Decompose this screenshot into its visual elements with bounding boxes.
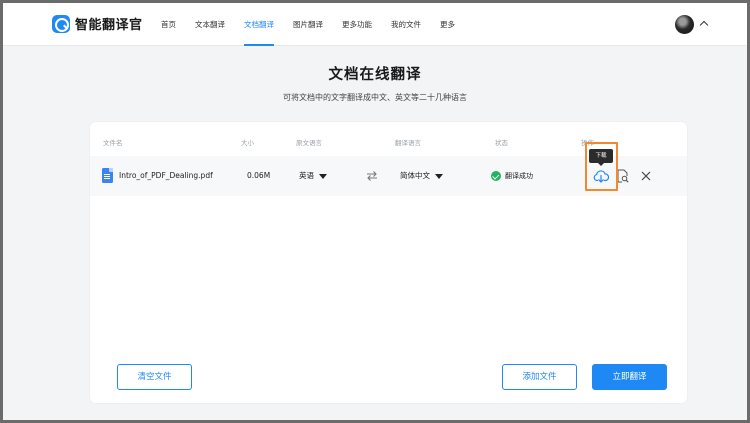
brand-logo[interactable]: 智能翻译官 — [52, 14, 143, 33]
check-circle-icon — [491, 171, 501, 181]
file-list-card: 文件名 大小 原文语言 翻译语言 状态 操作 Intro_of_PDF_Deal… — [90, 122, 687, 403]
caret-down-icon — [435, 173, 443, 179]
add-file-button[interactable]: 添加文件 — [502, 364, 577, 390]
swap-arrows-icon[interactable] — [366, 170, 378, 182]
column-header-source-language: 原文语言 — [296, 139, 322, 147]
close-icon[interactable] — [641, 171, 651, 181]
column-header-file-name: 文件名 — [103, 139, 123, 147]
target-language-select[interactable]: 简体中文 — [400, 156, 443, 196]
translate-now-button[interactable]: 立即翻译 — [592, 364, 667, 390]
top-nav-bar: 智能翻译官 首页 文本翻译 文档翻译 图片翻译 更多功能 我的文件 更多 — [3, 3, 747, 46]
status-text: 翻译成功 — [505, 172, 533, 180]
caret-down-icon — [319, 173, 327, 179]
nav-item-my-files[interactable]: 我的文件 — [391, 3, 421, 46]
app-window: 智能翻译官 首页 文本翻译 文档翻译 图片翻译 更多功能 我的文件 更多 文档在… — [3, 3, 747, 420]
main-nav: 首页 文本翻译 文档翻译 图片翻译 更多功能 我的文件 更多 — [161, 3, 474, 46]
nav-item-home[interactable]: 首页 — [161, 3, 176, 46]
page-subtitle: 可将文档中的文字翻译成中文、英文等二十几种语言 — [283, 93, 467, 102]
source-language-select[interactable]: 英语 — [299, 156, 327, 196]
document-search-icon[interactable] — [617, 169, 629, 183]
nav-item-document-translate[interactable]: 文档翻译 — [244, 3, 274, 46]
translate-logo-icon — [52, 14, 70, 33]
file-size: 0.06M — [247, 171, 271, 180]
download-tooltip: 下载 — [589, 149, 613, 166]
nav-item-more[interactable]: 更多 — [440, 3, 455, 46]
column-header-size: 大小 — [241, 139, 254, 147]
target-language-value: 简体中文 — [400, 171, 430, 180]
nav-item-image-translate[interactable]: 图片翻译 — [293, 3, 323, 46]
page-title: 文档在线翻译 — [328, 67, 422, 83]
column-header-status: 状态 — [495, 139, 508, 147]
user-avatar[interactable] — [675, 15, 694, 34]
clear-files-button[interactable]: 清空文件 — [117, 364, 192, 390]
file-name: Intro_of_PDF_Dealing.pdf — [119, 171, 213, 180]
nav-item-text-translate[interactable]: 文本翻译 — [195, 3, 225, 46]
chevron-up-icon[interactable] — [699, 20, 709, 30]
nav-item-more-features[interactable]: 更多功能 — [342, 3, 372, 46]
pdf-file-icon — [102, 168, 113, 183]
source-language-value: 英语 — [299, 171, 314, 180]
brand-name: 智能翻译官 — [75, 18, 143, 33]
column-header-target-language: 翻译语言 — [395, 139, 421, 147]
